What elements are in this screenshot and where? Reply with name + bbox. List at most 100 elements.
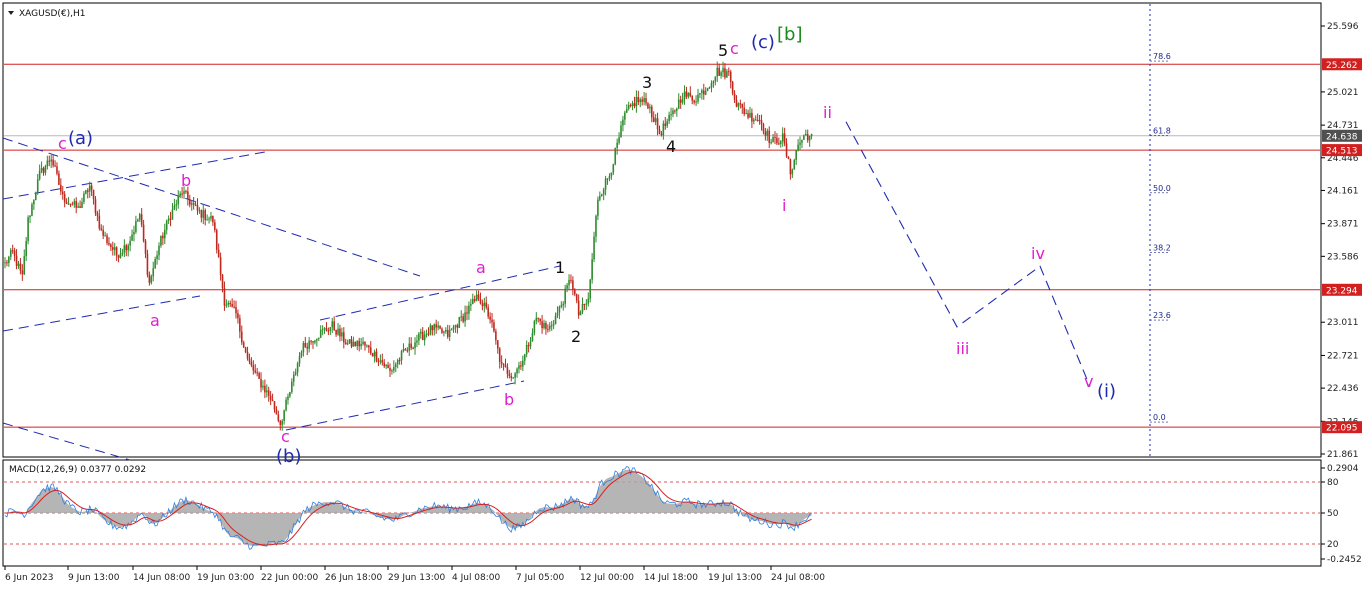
candle-body [163,229,166,239]
wave-label-a1: a [150,311,160,330]
candle-body [535,317,538,322]
candle-body [325,328,328,331]
candle-body [25,241,27,257]
candle-body [439,325,441,329]
y-tick-label-9: 23.586 [1327,252,1359,262]
wave-label-iv: iv [1031,244,1045,263]
candle-body [379,360,382,362]
candle-body [543,322,545,329]
x-tick-label-12: 24 Jul 08:00 [771,573,825,583]
candle-body [6,262,8,264]
candle-body [437,325,439,328]
candle-body [685,91,688,97]
candle-body [624,112,626,120]
chart-canvas[interactable]: 78.6 61.8 50.0 38.2 23.6 0.0 25.596 25.021 24.7… [0,0,1366,588]
candle-body [625,109,628,113]
candle-body [702,90,705,95]
candle-body [681,99,684,103]
candle-body [662,123,665,136]
candle-body [183,191,185,194]
candle-body [396,359,399,365]
candle-body [785,143,788,157]
candle-body [246,352,249,359]
candle-body [749,112,751,118]
candle-body [358,340,360,347]
candle-body [50,159,52,162]
candle-body [747,113,749,118]
candle-body [423,334,426,341]
fib-label-2: 50.0 [1153,184,1171,193]
candle-body [333,321,335,330]
macd-y-label-3: 20 [1327,540,1339,550]
candle-body [194,204,197,206]
x-tick-label-3: 19 Jun 03:00 [197,573,254,583]
fib-label-0: 78.6 [1153,52,1171,61]
candle-body [622,119,624,126]
candle-body [728,71,730,73]
candle-body [704,90,707,95]
candle-body [803,135,805,140]
candle-body [778,143,780,145]
candle-body [360,343,362,347]
candle-body [71,204,74,206]
candle-body [150,276,153,283]
candle-body [108,242,110,245]
y-tick-label-13: 22.436 [1327,384,1359,394]
candle-body [200,210,203,218]
candle-body [269,395,272,400]
candle-body [600,194,603,197]
candle-body [635,96,638,107]
candle-body [639,99,642,103]
candle-body [577,300,580,316]
candle-body [523,354,526,361]
candle-body [502,363,505,366]
candle-body [751,112,753,122]
candle-body [406,350,409,352]
candle-body [31,204,33,216]
candle-body [387,364,389,369]
candle-body [185,191,187,193]
candle-body [810,133,813,137]
candle-body [560,305,563,307]
candle-body [783,133,786,144]
candle-body [113,247,116,250]
candle-body [306,346,309,349]
candle-body [377,360,380,362]
candle-body [321,329,324,331]
candle-body [402,349,405,352]
candle-body [774,137,776,139]
candle-body [489,316,491,320]
candle-body [15,255,18,266]
candle-body [223,287,226,306]
candle-body [608,176,611,179]
candle-body [497,340,499,349]
candle-body [443,331,445,333]
candle-body [250,361,253,366]
candle-body [776,137,778,144]
candle-body [281,420,283,425]
candle-body [726,71,728,78]
candle-body [452,326,455,330]
candle-body [260,378,262,388]
candle-body [545,322,547,329]
candle-body [693,100,695,103]
candle-body [258,373,260,379]
candle-body [389,368,391,371]
candle-body [271,399,274,402]
candle-body [652,117,655,122]
candle-body [206,219,208,221]
candle-body [756,119,759,121]
candle-body [464,312,466,322]
candle-body [558,306,561,313]
candle-body [491,319,493,323]
candle-body [512,377,514,379]
candle-body [327,330,330,332]
candle-body [801,139,803,143]
y-tick-label-2: 25.021 [1327,88,1359,98]
candle-body [772,137,774,143]
candle-body [264,385,266,393]
candle-body [633,103,636,107]
candle-body [433,324,436,331]
candle-body [237,313,239,319]
candle-body [668,114,670,122]
